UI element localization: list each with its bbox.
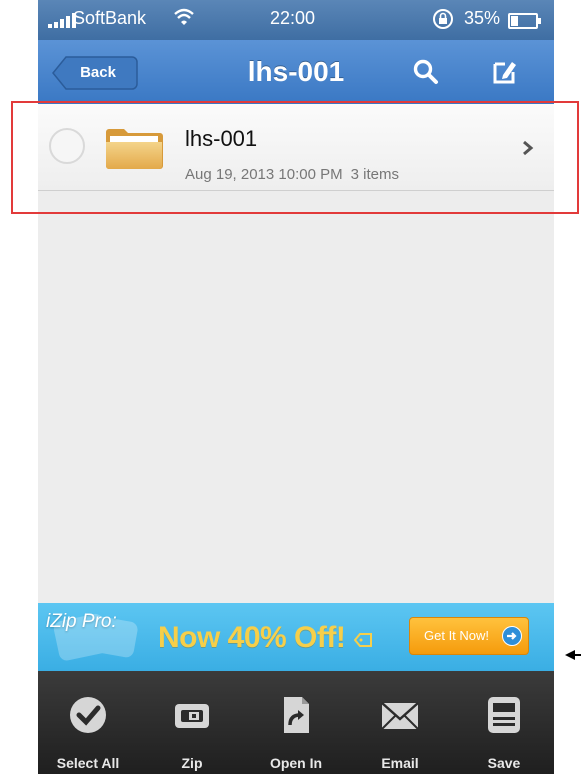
envelope-icon <box>381 702 419 730</box>
checkmark-circle-icon <box>70 697 106 733</box>
banner-promo: Now 40% Off! <box>158 621 346 654</box>
battery-icon <box>508 13 541 29</box>
open-in-button[interactable]: Open In <box>246 671 346 774</box>
open-in-icon <box>284 697 309 733</box>
bottom-toolbar: Select All Zip Open In Email Save <box>38 671 554 774</box>
status-time: 22:00 <box>270 8 316 28</box>
highlight-box <box>11 101 579 214</box>
email-label: Email <box>381 755 419 771</box>
compose-icon[interactable] <box>491 58 519 86</box>
wifi-icon <box>174 8 194 25</box>
page-title: lhs-001 <box>247 56 345 87</box>
carrier-label: SoftBank <box>73 8 147 28</box>
zip-button[interactable]: Zip <box>142 671 242 774</box>
search-icon[interactable] <box>412 58 440 86</box>
rotation-lock-icon <box>433 9 453 29</box>
battery-percent: 35% <box>464 8 501 28</box>
status-bar: SoftBank 22:00 35% <box>38 0 554 40</box>
select-all-label: Select All <box>56 755 120 771</box>
save-label: Save <box>487 755 521 771</box>
banner-brand: iZip Pro: <box>46 611 117 632</box>
select-all-button[interactable]: Select All <box>38 671 138 774</box>
save-button[interactable]: Save <box>454 671 554 774</box>
arrow-right-circle-icon <box>502 626 522 646</box>
get-it-now-button[interactable]: Get It Now! <box>409 617 529 655</box>
email-button[interactable]: Email <box>350 671 450 774</box>
save-icon <box>488 697 520 733</box>
tag-icon <box>354 633 372 647</box>
open-in-label: Open In <box>269 755 323 771</box>
pointer-arrow-icon <box>565 650 581 660</box>
zip-icon <box>175 704 209 728</box>
cta-label: Get It Now! <box>424 628 490 643</box>
zip-label: Zip <box>181 755 203 771</box>
battery-level-fill <box>511 16 518 26</box>
ad-banner[interactable]: iZip Pro: Now 40% Off! Get It Now! <box>38 603 554 671</box>
navigation-bar: Back lhs-001 <box>38 40 554 105</box>
signal-icon <box>48 13 76 28</box>
